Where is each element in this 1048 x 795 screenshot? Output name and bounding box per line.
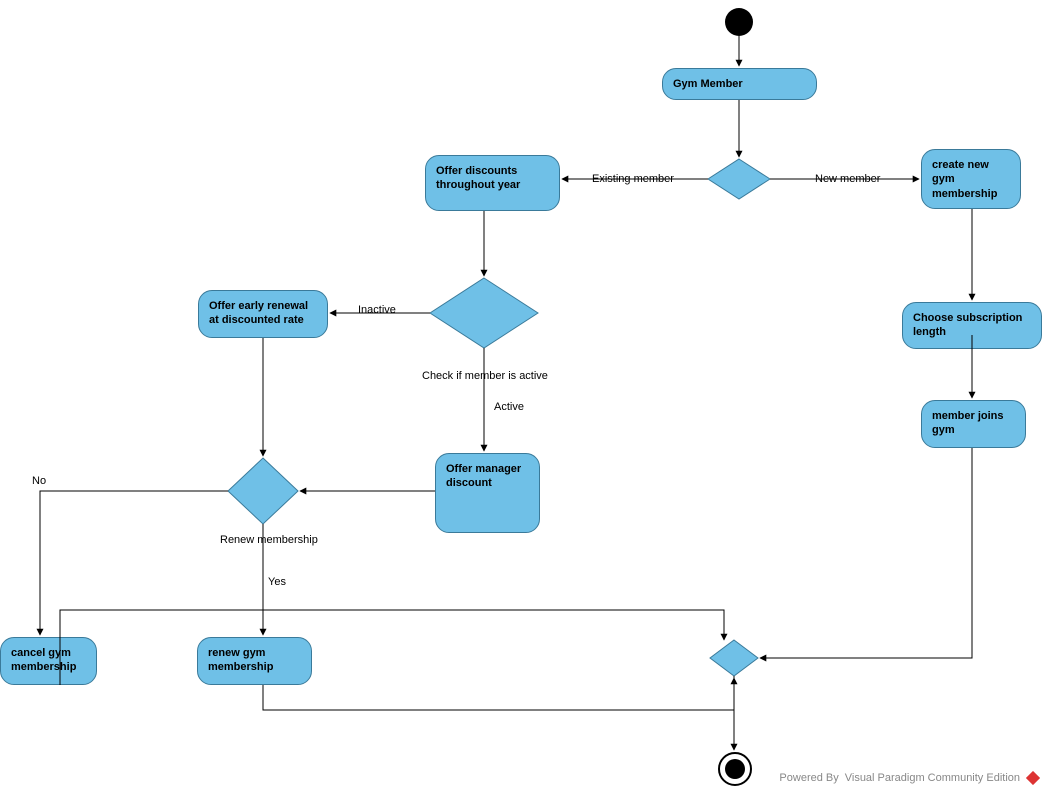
final-node [718, 752, 752, 786]
watermark: Powered By Visual Paradigm Community Edi… [779, 771, 1040, 785]
merge-node [710, 640, 758, 676]
activity-label: Choose subscription length [913, 312, 1022, 338]
activity-renew-membership: renew gym membership [197, 637, 312, 685]
activity-create-membership: create new gym membership [921, 149, 1021, 209]
decision-renew [228, 458, 298, 524]
decision-check-active [430, 278, 538, 348]
diagram-edges [0, 0, 1048, 795]
watermark-product: Visual Paradigm Community Edition [845, 772, 1020, 784]
activity-offer-discounts: Offer discounts throughout year [425, 155, 560, 211]
edge-label-new: New member [815, 173, 880, 185]
activity-label: member joins gym [932, 410, 1004, 436]
edge-label-inactive: Inactive [358, 304, 396, 316]
decision-label-check-active: Check if member is active [422, 370, 548, 382]
edge-label-active: Active [494, 401, 524, 413]
activity-choose-subscription: Choose subscription length [902, 302, 1042, 349]
edge-label-existing: Existing member [592, 173, 674, 185]
edge-label-yes: Yes [268, 576, 286, 588]
decision-label-renew: Renew membership [220, 534, 318, 546]
activity-member-joins: member joins gym [921, 400, 1026, 448]
watermark-prefix: Powered By [779, 772, 838, 784]
activity-label: Gym Member [673, 78, 743, 90]
activity-label: Offer discounts throughout year [436, 165, 520, 191]
activity-label: renew gym membership [208, 647, 273, 673]
activity-label: cancel gym membership [11, 647, 76, 673]
activity-cancel-membership: cancel gym membership [0, 637, 97, 685]
decision-member-type [708, 159, 770, 199]
initial-node [725, 8, 753, 36]
activity-manager-discount: Offer manager discount [435, 453, 540, 533]
activity-label: create new gym membership [932, 159, 997, 200]
edge-label-no: No [32, 475, 46, 487]
activity-gym-member: Gym Member [662, 68, 817, 100]
activity-label: Offer early renewal at discounted rate [209, 300, 308, 326]
activity-early-renewal: Offer early renewal at discounted rate [198, 290, 328, 338]
vp-logo-icon [1026, 771, 1040, 785]
activity-label: Offer manager discount [446, 463, 521, 489]
final-node-inner [725, 759, 745, 779]
